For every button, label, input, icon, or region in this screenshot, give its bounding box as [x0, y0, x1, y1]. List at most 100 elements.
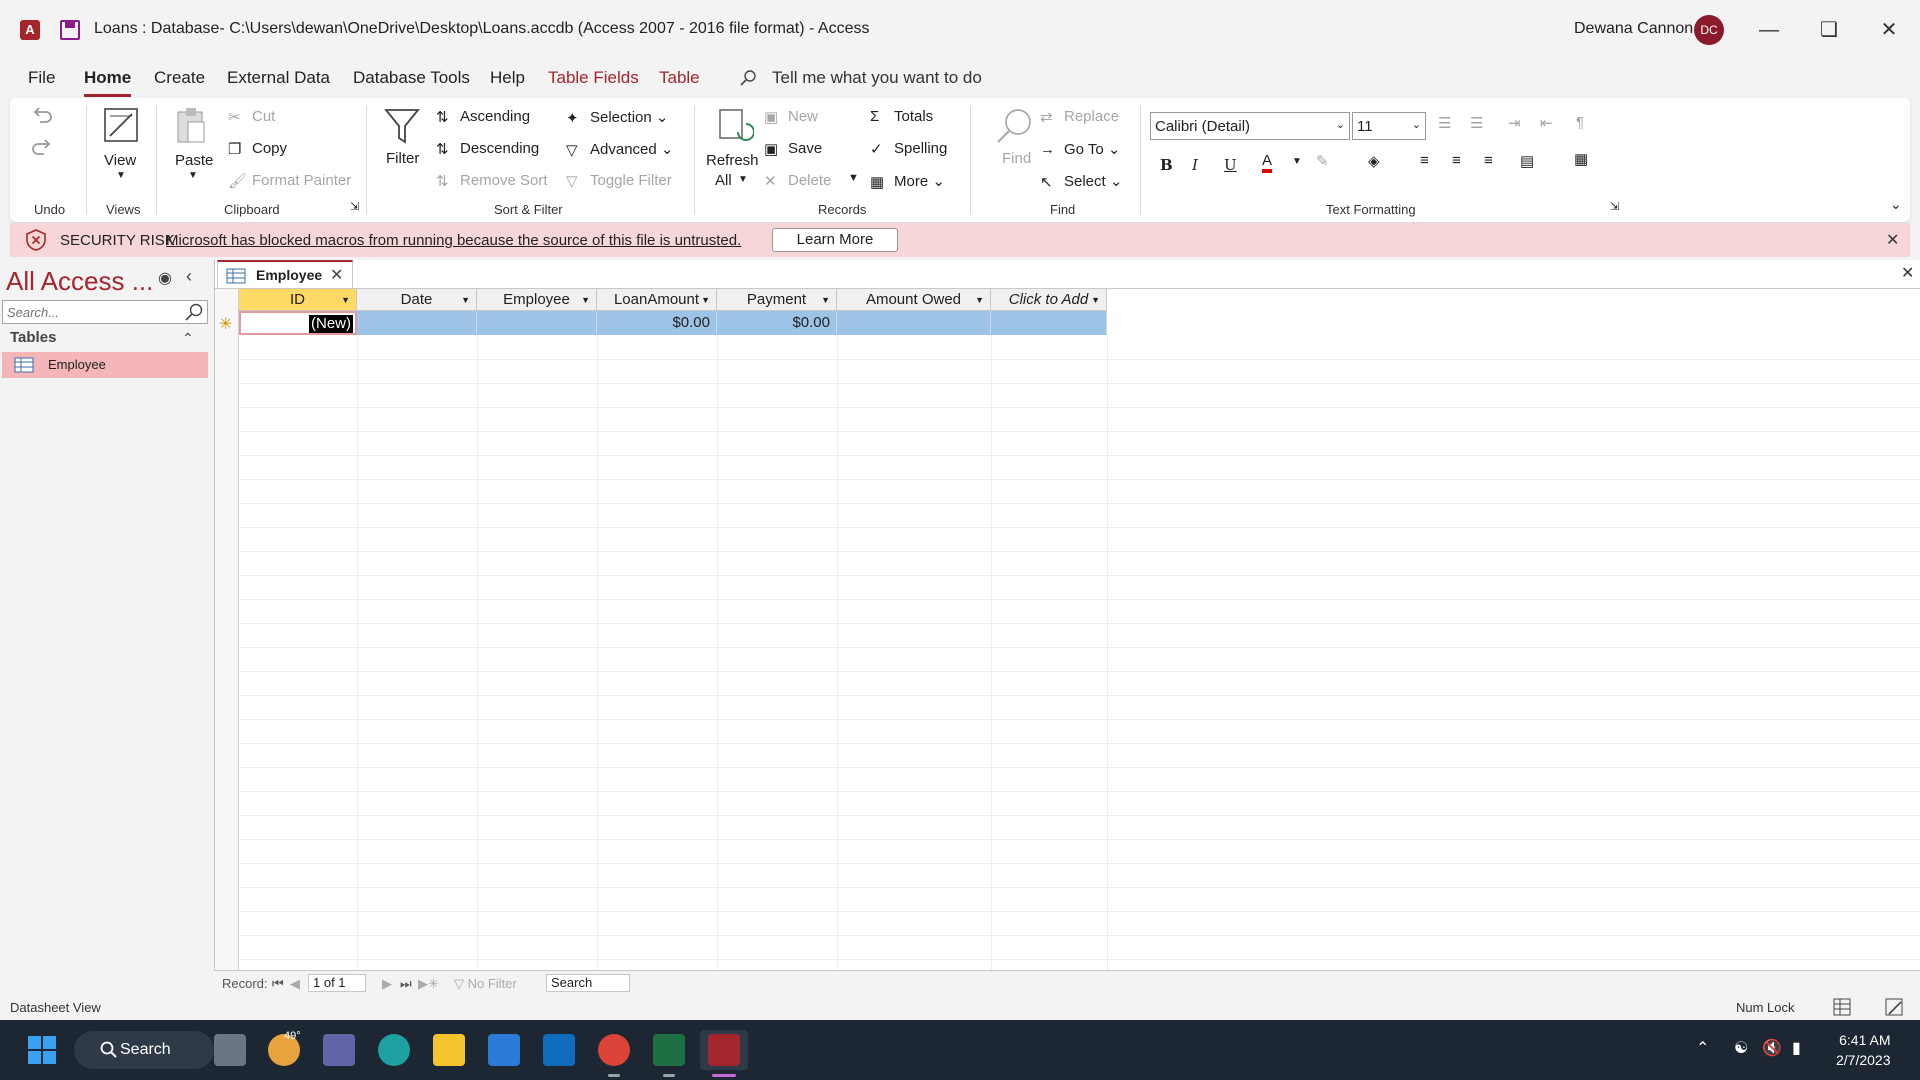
- paste-button[interactable]: Paste: [175, 152, 213, 169]
- nav-item-employee[interactable]: Employee: [2, 352, 208, 378]
- column-dropdown-icon[interactable]: ▼: [975, 289, 984, 311]
- paste-icon[interactable]: [174, 106, 208, 146]
- current-record-input[interactable]: 1 of 1: [308, 974, 366, 992]
- cell-date[interactable]: [357, 311, 477, 335]
- battery-icon[interactable]: ▮: [1792, 1038, 1801, 1058]
- indent-decrease-icon[interactable]: ⇤: [1540, 114, 1553, 132]
- align-right-icon[interactable]: ≡: [1484, 152, 1493, 169]
- visual-studio-icon[interactable]: [488, 1034, 520, 1066]
- tab-database-tools[interactable]: Database Tools: [353, 68, 470, 88]
- ascending-button[interactable]: ⇅ Ascending: [436, 108, 530, 126]
- refresh-button[interactable]: Refresh: [706, 152, 759, 169]
- learn-more-button[interactable]: Learn More: [772, 228, 898, 252]
- column-dropdown-icon[interactable]: ▼: [341, 289, 350, 311]
- toggle-filter-button[interactable]: ▽ Toggle Filter: [566, 172, 672, 190]
- column-header-employee[interactable]: Employee ▼: [477, 289, 597, 311]
- numbering-icon[interactable]: ☰: [1470, 114, 1483, 132]
- close-icon[interactable]: ✕: [1886, 230, 1899, 250]
- no-filter-button[interactable]: ▽ No Filter: [454, 976, 517, 992]
- collapse-ribbon-icon[interactable]: ⌄: [1890, 196, 1902, 213]
- access-icon[interactable]: [708, 1034, 740, 1066]
- undo-icon[interactable]: [30, 106, 54, 126]
- save-icon[interactable]: [60, 20, 80, 40]
- minimize-icon[interactable]: —: [1749, 14, 1789, 46]
- format-painter-button[interactable]: 🖌 Format Painter: [228, 172, 351, 190]
- file-explorer-icon[interactable]: [433, 1034, 465, 1066]
- record-search-input[interactable]: Search: [546, 974, 630, 992]
- record-selector-column[interactable]: [215, 289, 239, 989]
- selection-button[interactable]: ✦ Selection ⌄: [566, 108, 668, 127]
- go-to-button[interactable]: → Go To ⌄: [1040, 140, 1121, 159]
- redo-icon[interactable]: [30, 138, 54, 158]
- nav-pane-title[interactable]: All Access ...: [6, 266, 153, 297]
- tab-help[interactable]: Help: [490, 68, 525, 88]
- security-message-link[interactable]: Microsoft has blocked macros from runnin…: [166, 232, 741, 249]
- search-icon[interactable]: [184, 303, 204, 321]
- chrome-icon[interactable]: [598, 1034, 630, 1066]
- click-to-add-column[interactable]: Click to Add ▼: [991, 289, 1107, 311]
- dialog-launcher-icon[interactable]: ⇲: [1610, 200, 1619, 213]
- refresh-all-label[interactable]: All: [715, 172, 732, 189]
- column-dropdown-icon[interactable]: ▼: [821, 289, 830, 311]
- show-hidden-icons-icon[interactable]: ⌃: [1696, 1038, 1709, 1058]
- indent-increase-icon[interactable]: ⇥: [1508, 114, 1521, 132]
- tab-home[interactable]: Home: [84, 68, 132, 97]
- teams-icon[interactable]: [323, 1034, 355, 1066]
- tab-file[interactable]: File: [28, 68, 55, 88]
- previous-record-icon[interactable]: ◀: [290, 976, 300, 992]
- column-dropdown-icon[interactable]: ▼: [461, 289, 470, 311]
- filter-button[interactable]: Filter: [386, 150, 419, 167]
- tab-table-fields[interactable]: Table Fields: [548, 68, 639, 88]
- close-document-icon[interactable]: ✕: [1901, 263, 1914, 283]
- cell-payment[interactable]: $0.00: [717, 311, 837, 335]
- chevron-up-icon[interactable]: ⌃: [182, 330, 194, 347]
- filter-icon[interactable]: [384, 106, 420, 146]
- outlook-icon[interactable]: [543, 1034, 575, 1066]
- column-header-payment[interactable]: Payment ▼: [717, 289, 837, 311]
- cell-employee[interactable]: [477, 311, 597, 335]
- spelling-button[interactable]: ✓ Spelling: [870, 140, 947, 158]
- column-header-amount-owed[interactable]: Amount Owed ▼: [837, 289, 991, 311]
- replace-button[interactable]: ⇄ Replace: [1040, 108, 1119, 126]
- bullets-icon[interactable]: ☰: [1438, 114, 1451, 132]
- bold-button[interactable]: B: [1160, 156, 1173, 174]
- column-dropdown-icon[interactable]: ▼: [581, 289, 590, 311]
- cell-amount-owed[interactable]: [837, 311, 991, 335]
- advanced-button[interactable]: ▽ Advanced ⌄: [566, 140, 673, 159]
- cell-loanamount[interactable]: $0.00: [597, 311, 717, 335]
- align-left-icon[interactable]: ≡: [1420, 152, 1429, 169]
- design-view-icon[interactable]: [1884, 997, 1904, 1017]
- highlight-icon[interactable]: ✎: [1316, 152, 1329, 170]
- font-color-button[interactable]: A: [1262, 152, 1273, 173]
- excel-icon[interactable]: [653, 1034, 685, 1066]
- column-header-id[interactable]: ID ▼: [239, 289, 357, 311]
- view-button[interactable]: View: [104, 152, 136, 169]
- column-header-date[interactable]: Date ▼: [357, 289, 477, 311]
- nav-category-tables[interactable]: Tables: [10, 329, 56, 346]
- find-button[interactable]: Find: [1002, 150, 1031, 167]
- wifi-icon[interactable]: ☯: [1734, 1038, 1748, 1058]
- nav-search-input[interactable]: [2, 300, 208, 324]
- close-icon[interactable]: ✕: [1869, 14, 1909, 46]
- font-size-select[interactable]: 11 ⌄: [1352, 112, 1426, 140]
- more-button[interactable]: ▦ More ⌄: [870, 172, 945, 191]
- first-record-icon[interactable]: ⏮: [272, 976, 284, 992]
- dialog-launcher-icon[interactable]: ⇲: [350, 200, 359, 213]
- new-record-button[interactable]: ▣ New: [764, 108, 818, 126]
- view-icon[interactable]: [102, 106, 140, 144]
- taskbar-search[interactable]: Search: [74, 1031, 214, 1069]
- new-record-nav-icon[interactable]: ▶✳: [418, 976, 439, 992]
- find-icon[interactable]: [994, 106, 1034, 146]
- chevron-down-icon[interactable]: ▼: [848, 172, 859, 184]
- tab-external-data[interactable]: External Data: [227, 68, 330, 88]
- chevron-down-icon[interactable]: ▼: [738, 174, 748, 185]
- tab-table[interactable]: Table: [659, 68, 700, 88]
- edge-icon[interactable]: [378, 1034, 410, 1066]
- shutter-bar-close-icon[interactable]: ‹: [186, 266, 192, 287]
- restore-icon[interactable]: ❏: [1809, 14, 1849, 46]
- save-record-button[interactable]: ▣ Save: [764, 140, 822, 158]
- copy-button[interactable]: ❐ Copy: [228, 140, 287, 158]
- chevron-down-icon[interactable]: ▼: [188, 170, 198, 181]
- taskbar-clock[interactable]: 6:41 AM 2/7/2023: [1836, 1030, 1891, 1070]
- tell-me-search[interactable]: Tell me what you want to do: [772, 68, 982, 88]
